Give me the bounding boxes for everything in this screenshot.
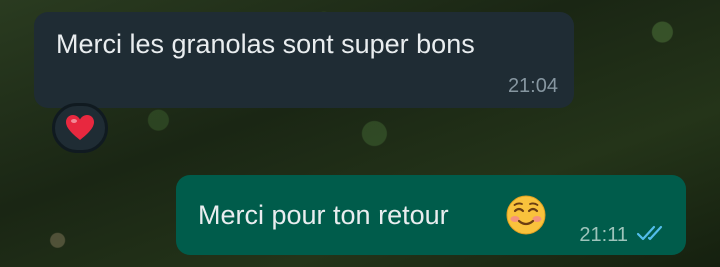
heart-icon [66, 115, 94, 140]
double-check-read-icon [636, 225, 663, 241]
smiling-face-emoji-icon [506, 195, 546, 235]
incoming-message-text: Merci les granolas sont super bons [56, 29, 475, 59]
outgoing-message-time: 21:11 [579, 224, 628, 246]
outgoing-message-text: Merci pour ton retour [198, 200, 449, 230]
incoming-message-bubble[interactable]: Merci les granolas sont super bons 21:04 [34, 12, 574, 108]
chat-background: { "messages": [ { "direction": "incoming… [0, 0, 720, 267]
outgoing-message-bubble[interactable]: Merci pour ton retour 21:11 [176, 175, 686, 255]
incoming-message-time: 21:04 [507, 75, 558, 97]
reaction-badge[interactable] [52, 103, 108, 153]
